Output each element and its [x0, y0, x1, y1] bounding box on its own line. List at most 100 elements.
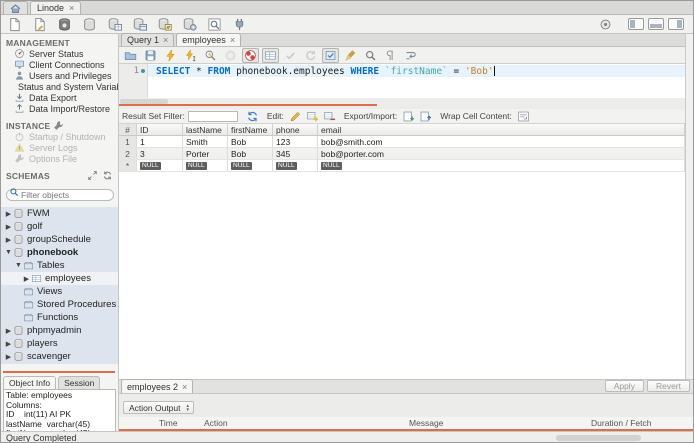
execute-icon[interactable] [162, 48, 179, 63]
column-header-firstname[interactable]: firstName [228, 124, 273, 136]
chevron-right-icon[interactable]: ▶ [4, 223, 13, 231]
grid-cell[interactable]: Porter [183, 148, 228, 160]
create-table-icon[interactable] [81, 17, 98, 32]
row-number-cell[interactable]: 2 [119, 148, 137, 160]
wrap-text-toggle[interactable] [402, 48, 419, 63]
column-header-phone[interactable]: phone [273, 124, 318, 136]
sidebar-item-users-privileges[interactable]: Users and Privileges [1, 70, 118, 81]
grid-cell[interactable]: NULL [183, 160, 228, 172]
explain-icon[interactable] [202, 48, 219, 63]
new-sql-tab-icon[interactable] [6, 17, 23, 32]
grid-cell[interactable]: Bob [228, 136, 273, 148]
tab-object-info[interactable]: Object Info [3, 376, 57, 389]
grid-cell[interactable]: 123 [273, 136, 318, 148]
sidebar-item-data-import[interactable]: Data Import/Restore [1, 103, 118, 114]
apply-button[interactable]: Apply [604, 380, 644, 392]
grid-cell[interactable]: 3 [137, 148, 183, 160]
create-function-icon[interactable] [156, 17, 173, 32]
result-set-filter-input[interactable] [187, 110, 238, 122]
row-number-cell[interactable]: * [119, 160, 137, 172]
tree-item-groupschedule[interactable]: ▶ groupSchedule [1, 233, 118, 246]
reconnect-dbms-icon[interactable] [231, 17, 248, 32]
export-recordset-icon[interactable] [402, 110, 415, 123]
revert-button[interactable]: Revert [646, 380, 690, 392]
toggle-bottom-panel-button[interactable] [648, 18, 664, 30]
close-icon[interactable]: × [163, 35, 168, 45]
tab-session[interactable]: Session [58, 376, 101, 389]
toggle-right-panel-button[interactable] [668, 18, 684, 30]
sidebar-item-status-variables[interactable]: Status and System Variables [1, 81, 118, 92]
import-recordset-icon[interactable] [419, 110, 432, 123]
chevron-down-icon[interactable]: ▼ [4, 249, 13, 256]
tree-item-tables[interactable]: ▼ Tables [1, 259, 118, 272]
grid-cell[interactable]: bob@porter.com [318, 148, 685, 160]
grid-cell[interactable]: NULL [137, 160, 183, 172]
chevron-down-icon[interactable]: ▼ [14, 262, 23, 269]
tree-item-employees[interactable]: ▶ employees [1, 272, 118, 285]
editor-hscrollbar[interactable] [120, 98, 686, 104]
grid-cell[interactable]: Smith [183, 136, 228, 148]
beautify-icon[interactable] [342, 48, 359, 63]
column-header-rownum[interactable]: # [119, 124, 137, 136]
save-script-icon[interactable] [142, 48, 159, 63]
tree-item-golf[interactable]: ▶ golf [1, 220, 118, 233]
create-event-icon[interactable] [181, 17, 198, 32]
insert-record-icon[interactable] [306, 110, 319, 123]
wrap-cell-content-icon[interactable] [517, 110, 530, 123]
sql-code-line[interactable]: SELECT * FROM phonebook.employees WHERE … [148, 65, 685, 77]
output-column-duration[interactable]: Duration / Fetch [591, 418, 693, 428]
tree-item-scavenger[interactable]: ▶ scavenger [1, 350, 118, 363]
scrollbar-thumb[interactable] [120, 98, 168, 104]
column-header-email[interactable]: email [318, 124, 685, 136]
column-header-lastname[interactable]: lastName [183, 124, 228, 136]
refresh-icon[interactable] [246, 110, 259, 123]
grid-cell[interactable]: NULL [228, 160, 273, 172]
output-column-time[interactable]: Time [159, 418, 204, 428]
tab-employees[interactable]: employees × [176, 33, 242, 46]
tree-item-phonebook[interactable]: ▼ phonebook [1, 246, 118, 259]
output-selector-dropdown[interactable]: Action Output ▲ ▼ [123, 401, 194, 414]
close-icon[interactable]: × [69, 3, 74, 13]
close-icon[interactable]: × [230, 35, 235, 45]
tree-item-views[interactable]: ▶Views [1, 285, 118, 298]
row-number-cell[interactable]: 1 [119, 136, 137, 148]
sidebar-item-server-logs[interactable]: Server Logs [1, 142, 118, 153]
create-schema-icon[interactable] [56, 17, 73, 32]
tree-item-phpmyadmin[interactable]: ▶ phpmyadmin [1, 324, 118, 337]
chevron-right-icon[interactable]: ▶ [4, 327, 13, 335]
chevron-right-icon[interactable]: ▶ [4, 340, 13, 348]
sidebar-item-startup-shutdown[interactable]: Startup / Shutdown [1, 131, 118, 142]
tree-item-stored-procedures[interactable]: ▶Stored Procedures [1, 298, 118, 311]
expand-schemas-icon[interactable] [87, 170, 98, 181]
stop-on-error-toggle[interactable] [242, 47, 259, 63]
connection-tab[interactable]: Linode × [30, 1, 82, 14]
instance-config-icon[interactable] [53, 120, 64, 131]
limit-rows-icon[interactable] [262, 47, 279, 63]
output-column-action[interactable]: Action [204, 418, 409, 428]
home-tab[interactable] [3, 1, 28, 14]
grid-cell[interactable]: 345 [273, 148, 318, 160]
sidebar-item-data-export[interactable]: Data Export [1, 92, 118, 103]
autocommit-toggle[interactable] [322, 47, 339, 63]
tab-result-employees-2[interactable]: employees 2 × [121, 379, 194, 393]
schema-filter-input[interactable] [6, 189, 114, 201]
hscrollbar-thumb[interactable] [556, 435, 641, 441]
chevron-right-icon[interactable]: ▶ [4, 236, 13, 244]
tab-query-1[interactable]: Query 1 × [121, 33, 175, 46]
grid-cell[interactable]: 1 [137, 136, 183, 148]
find-icon[interactable] [362, 48, 379, 63]
tree-item-functions[interactable]: ▶Functions [1, 311, 118, 324]
execute-current-statement-icon[interactable] [182, 48, 199, 63]
toggle-left-panel-button[interactable] [628, 18, 644, 30]
result-grid-empty-area[interactable] [119, 172, 685, 379]
close-icon[interactable]: × [182, 382, 187, 392]
delete-record-icon[interactable] [323, 110, 336, 123]
tree-item-players[interactable]: ▶ players [1, 337, 118, 350]
chevron-right-icon[interactable]: ▶ [4, 210, 13, 218]
chevron-right-icon[interactable]: ▶ [4, 353, 13, 361]
sql-editor[interactable]: 1 SELECT * FROM phonebook.employees WHER… [119, 64, 685, 98]
grid-cell[interactable]: bob@smith.com [318, 136, 685, 148]
column-header-id[interactable]: ID [137, 124, 183, 136]
output-column-message[interactable]: Message [409, 418, 591, 428]
grid-cell[interactable]: NULL [273, 160, 318, 172]
